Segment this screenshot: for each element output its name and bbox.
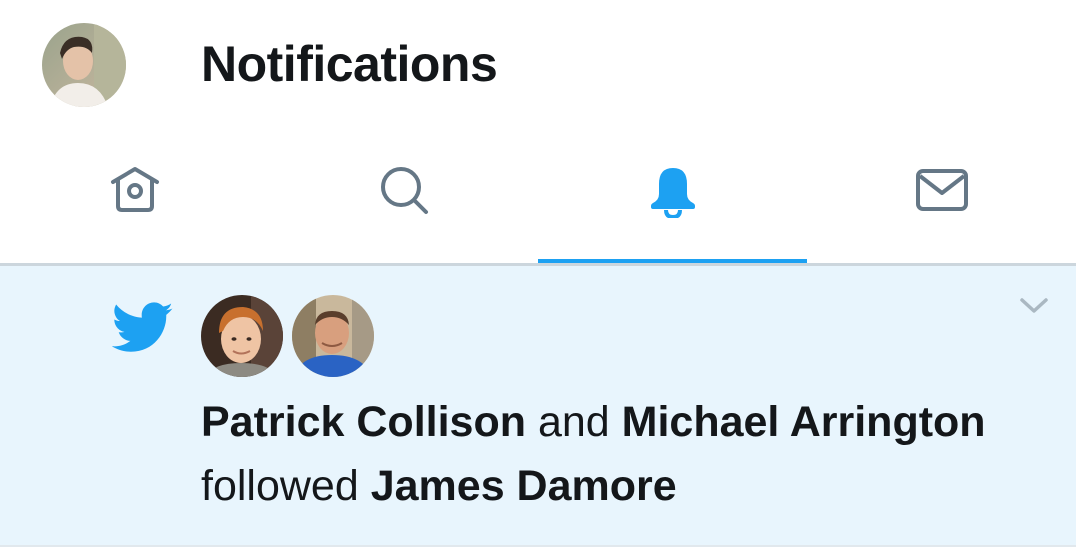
bell-icon	[650, 168, 695, 218]
twitter-bird-icon	[112, 302, 173, 352]
top-header: Notifications	[0, 0, 1076, 135]
tab-bar	[0, 135, 1076, 267]
profile-avatar[interactable]	[42, 23, 126, 107]
tab-messages[interactable]	[807, 135, 1076, 263]
tab-notifications[interactable]	[538, 135, 807, 267]
actor-name-1[interactable]: Patrick Collison	[201, 398, 526, 446]
tab-search[interactable]	[269, 135, 538, 263]
home-icon	[110, 167, 159, 212]
michael-arrington-avatar[interactable]	[292, 295, 374, 377]
target-name[interactable]: James Damore	[371, 462, 677, 510]
notification-text: Patrick Collison and Michael Arrington f…	[201, 390, 1021, 518]
actor-name-2[interactable]: Michael Arrington	[622, 398, 986, 446]
tab-home[interactable]	[0, 135, 269, 263]
notification-menu-button[interactable]	[1012, 286, 1056, 326]
search-icon	[380, 167, 428, 214]
page-title: Notifications	[201, 36, 498, 92]
envelope-icon	[915, 169, 968, 211]
conjunction-text: and	[537, 398, 610, 446]
patrick-collison-avatar[interactable]	[201, 295, 283, 377]
notification-item[interactable]: Patrick Collison and Michael Arrington f…	[0, 266, 1076, 545]
chevron-down-icon	[1020, 298, 1048, 313]
notifications-screen: Notifications Patrick Collison and Micha…	[0, 0, 1076, 547]
action-text: followed	[201, 462, 359, 510]
